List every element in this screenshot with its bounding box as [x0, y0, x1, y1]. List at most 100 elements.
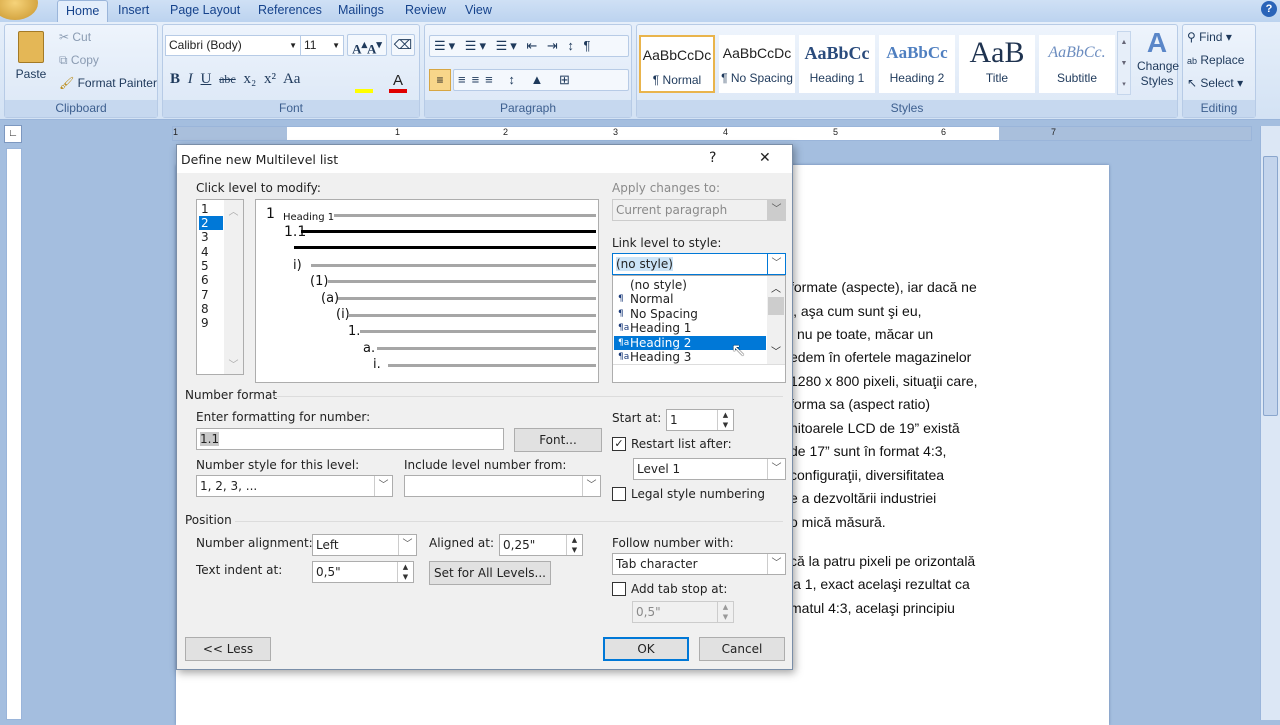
set-for-all-levels-button[interactable]: Set for All Levels...: [429, 561, 551, 585]
list-preview[interactable]: 1 Heading 1 1.1 i) (1) (a) (i) 1. a. i.: [255, 199, 599, 383]
help-icon[interactable]: ?: [1261, 1, 1277, 17]
subscript-icon[interactable]: x₂: [244, 71, 257, 87]
font-size-select[interactable]: 11 ▼: [300, 35, 344, 56]
style-title[interactable]: AaB Title: [959, 35, 1035, 93]
vertical-ruler[interactable]: [6, 148, 22, 720]
office-button[interactable]: [0, 0, 38, 20]
help-button[interactable]: ?: [709, 150, 716, 166]
style-name: ¶ No Spacing: [721, 71, 793, 85]
doc-line: forma sa (aspect ratio): [790, 396, 931, 412]
link-level-select[interactable]: (no style) ﹀: [612, 253, 786, 275]
align-left-icon[interactable]: ≡: [429, 69, 451, 91]
style-list-scrollbar[interactable]: ︿ ﹀: [767, 276, 785, 364]
highlight-color-icon[interactable]: [355, 89, 373, 93]
tab-references[interactable]: References: [250, 0, 330, 22]
number-style-select[interactable]: 1, 2, 3, ... ﹀: [196, 475, 393, 497]
underline-icon[interactable]: U: [201, 71, 212, 87]
style-option[interactable]: ¶ Normal: [614, 292, 766, 306]
styles-scroll[interactable]: ▲ ▼ ▾: [1117, 31, 1131, 95]
level-item[interactable]: 7: [199, 288, 223, 302]
style-normal[interactable]: AaBbCcDc ¶ Normal: [639, 35, 715, 93]
bold-icon[interactable]: B: [170, 71, 180, 87]
style-no-spacing[interactable]: AaBbCcDc ¶ No Spacing: [719, 35, 795, 93]
select-button[interactable]: ↖ Select ▾: [1187, 76, 1243, 90]
font-button[interactable]: Font...: [514, 428, 602, 452]
alignment-buttons[interactable]: ≡≡≡ ↕ ▲ ⊞: [453, 69, 629, 91]
tab-page-layout[interactable]: Page Layout: [162, 0, 248, 22]
font-color-icon[interactable]: A: [389, 73, 407, 93]
close-button[interactable]: ✕: [759, 150, 771, 166]
ruler-toggle[interactable]: ∟: [4, 125, 22, 143]
style-name: ¶ Normal: [652, 73, 702, 87]
ok-button[interactable]: OK: [603, 637, 689, 661]
level-item[interactable]: 4: [199, 245, 223, 259]
restart-list-checkbox[interactable]: ✓: [612, 437, 626, 451]
style-option[interactable]: ¶ No Spacing: [614, 307, 766, 321]
level-item[interactable]: 6: [199, 273, 223, 287]
tab-stop-spinner[interactable]: 0,5" ▲ ▼: [632, 601, 734, 623]
tab-view[interactable]: View: [457, 0, 500, 22]
level-item[interactable]: 1: [199, 202, 223, 216]
paragraph-style-icon: ¶: [618, 309, 624, 319]
scroll-thumb[interactable]: [1263, 156, 1278, 416]
tab-insert[interactable]: Insert: [110, 0, 157, 22]
style-heading-2[interactable]: AaBbCc Heading 2: [879, 35, 955, 93]
font-name-value: Calibri (Body): [169, 38, 242, 52]
style-option[interactable]: (no style): [614, 278, 766, 292]
replace-button[interactable]: ab Replace: [1187, 53, 1244, 67]
level-item[interactable]: 3: [199, 230, 223, 244]
follow-number-select[interactable]: Tab character ﹀: [612, 553, 786, 575]
style-dropdown-list[interactable]: (no style) ¶ Normal ¶ No Spacing ¶a Heading…: [612, 275, 786, 383]
horizontal-ruler[interactable]: 1 1 2 3 4 5 6 7: [172, 126, 1252, 141]
number-alignment-select[interactable]: Left ﹀: [312, 534, 417, 556]
less-button[interactable]: << Less: [185, 637, 271, 661]
apply-changes-select[interactable]: Current paragraph ﹀: [612, 199, 786, 221]
style-subtitle[interactable]: AaBbCc. Subtitle: [1039, 35, 1115, 93]
change-case-icon[interactable]: Aa: [283, 71, 301, 87]
grow-shrink-font-icon[interactable]: A▴A▾: [347, 34, 387, 56]
strikethrough-icon[interactable]: abc: [219, 72, 236, 86]
dialog-title: Define new Multilevel list: [181, 152, 339, 167]
font-name-select[interactable]: Calibri (Body) ▼: [165, 35, 301, 56]
clipboard-group: Paste ✂ Cut ⧉ Copy 🖌 Format Painter Clip…: [4, 24, 158, 118]
linked-style-icon: ¶a: [618, 352, 630, 362]
restart-level-select[interactable]: Level 1 ﹀: [633, 458, 786, 480]
paste-button[interactable]: Paste: [11, 27, 51, 97]
level-list[interactable]: 1 2 3 4 5 6 7 8 9 ︿ ﹀: [196, 199, 244, 375]
copy-button[interactable]: ⧉ Copy: [59, 53, 99, 68]
add-tab-stop-checkbox[interactable]: [612, 582, 626, 596]
vertical-scrollbar[interactable]: [1260, 126, 1280, 720]
aligned-at-spinner[interactable]: 0,25" ▲ ▼: [499, 534, 583, 556]
number-format-input[interactable]: 1.1: [196, 428, 504, 450]
preview-style: Heading 1: [283, 212, 335, 223]
style-option[interactable]: ¶a Heading 1: [614, 321, 766, 335]
level-item[interactable]: 8: [199, 302, 223, 316]
text-indent-spinner[interactable]: 0,5" ▲ ▼: [312, 561, 414, 583]
change-styles-button[interactable]: A Change Styles: [1137, 27, 1179, 89]
start-at-spinner[interactable]: 1 ▲ ▼: [666, 409, 734, 431]
superscript-icon[interactable]: x²: [264, 71, 276, 87]
format-painter-button[interactable]: 🖌 Format Painter: [59, 76, 157, 90]
italic-icon[interactable]: I: [188, 71, 193, 87]
style-preview: AaBbCcDc: [642, 47, 712, 63]
ribbon: Paste ✂ Cut ⧉ Copy 🖌 Format Painter Clip…: [0, 22, 1280, 120]
cut-button[interactable]: ✂ Cut: [59, 30, 91, 44]
style-name: Heading 1: [809, 71, 865, 85]
legal-style-checkbox[interactable]: [612, 487, 626, 501]
clear-formatting-icon[interactable]: ⌫: [391, 34, 415, 56]
list-buttons[interactable]: ☰▾ ☰▾ ☰▾ ⇤ ⇥ ↕ ¶: [429, 35, 629, 57]
cancel-button[interactable]: Cancel: [699, 637, 785, 661]
find-button[interactable]: ⚲ Find ▾: [1187, 30, 1232, 44]
level-item-selected[interactable]: 2: [199, 216, 223, 230]
tab-mailings[interactable]: Mailings: [330, 0, 392, 22]
tab-review[interactable]: Review: [397, 0, 454, 22]
ribbon-tabs: Home Insert Page Layout References Maili…: [0, 0, 1280, 22]
level-item[interactable]: 9: [199, 316, 223, 330]
level-list-scrollbar[interactable]: ︿ ﹀: [224, 200, 243, 374]
mouse-cursor-icon: ↖: [731, 340, 747, 361]
style-preview: AaBbCc: [886, 43, 948, 62]
level-item[interactable]: 5: [199, 259, 223, 273]
style-heading-1[interactable]: AaBbCc Heading 1: [799, 35, 875, 93]
tab-home[interactable]: Home: [57, 0, 109, 22]
include-level-select[interactable]: ﹀: [404, 475, 601, 497]
